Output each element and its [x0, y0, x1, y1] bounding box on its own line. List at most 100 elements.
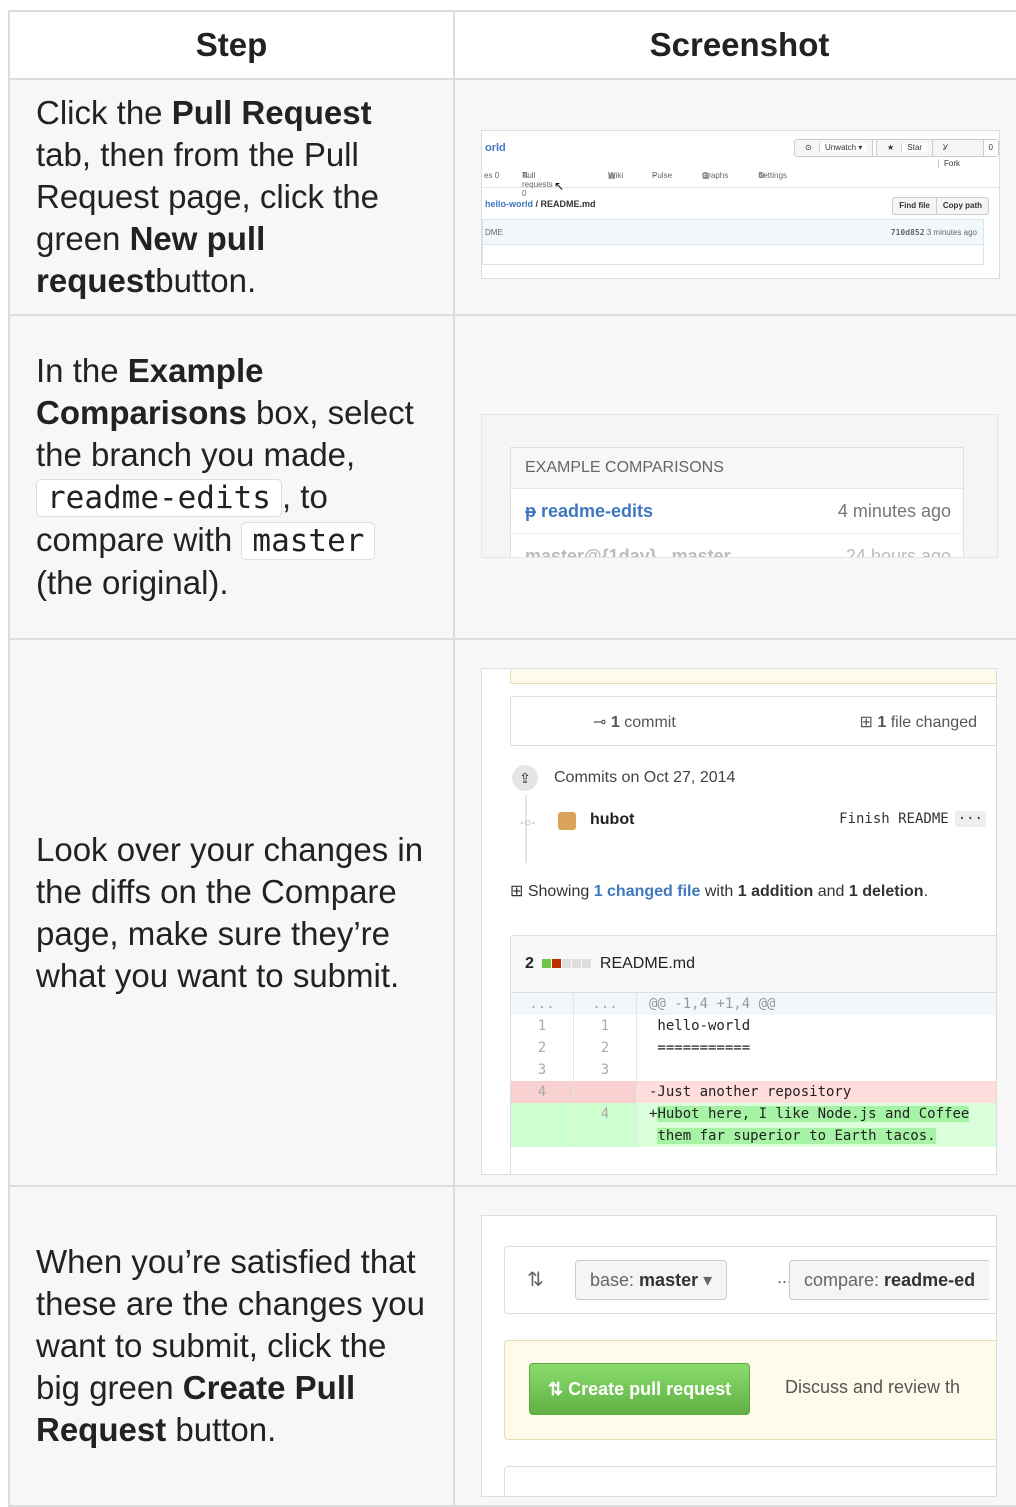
diff-line: 4 -Just another repository	[511, 1081, 996, 1103]
avatar	[558, 812, 576, 830]
step-text: (the original).	[36, 564, 229, 601]
file-diff-icon: ⊞	[510, 883, 524, 900]
compare-page-screenshot: ⊸ 1 commit ⊞ 1 file changed ⇪ Commits on…	[481, 668, 997, 1175]
diff-code: hello-world	[649, 1018, 751, 1034]
step-4-screenshot: ⇅ base: master ▾ ... compare: readme-ed …	[453, 1185, 1016, 1507]
step-header: Step	[8, 10, 455, 80]
diff-code: -Just another repository	[649, 1084, 852, 1100]
copy-path-button[interactable]: Copy path	[935, 198, 988, 214]
diff-line: them far superior to Earth tacos.	[511, 1125, 996, 1147]
file-box: DME 710d852 3 minutes ago	[482, 219, 984, 265]
diff-code: +Hubot here, I like Node.js and Coffee	[649, 1106, 970, 1122]
diff-code: @@ -1,4 +1,4 @@	[649, 996, 776, 1012]
steps-table: Step Screenshot Click the Pull Request t…	[8, 10, 1016, 1507]
diff-line: 22 ===========	[511, 1037, 996, 1059]
line-number[interactable]: ...	[574, 993, 637, 1015]
changed-files-link[interactable]: 1 changed file	[594, 883, 701, 900]
line-number[interactable]	[511, 1125, 574, 1147]
branch-icon: ᵽ	[525, 501, 536, 521]
line-number[interactable]: 1	[511, 1015, 574, 1037]
repo-tabs: es 0 ⇅ Pull requests 0 ▤ Wiki ⌁ Pulse ▥ …	[482, 171, 999, 198]
fork-button[interactable]: Ỿ Fork 0	[932, 139, 999, 168]
line-number[interactable]: 3	[511, 1059, 574, 1081]
commit-message[interactable]: Finish README	[839, 811, 949, 827]
repo-link[interactable]: hello-world	[485, 199, 533, 209]
create-pr-box: ⇅ Create pull request Discuss and review…	[504, 1340, 996, 1440]
line-number[interactable]: 2	[511, 1037, 574, 1059]
step-text: In the	[36, 352, 128, 389]
tab-issues[interactable]: es 0	[484, 171, 499, 180]
line-number[interactable]: ...	[511, 993, 574, 1015]
base-branch-select[interactable]: base: master ▾	[575, 1260, 728, 1300]
create-pull-request-button[interactable]: ⇅ Create pull request	[529, 1363, 751, 1415]
step-3-screenshot: ⊸ 1 commit ⊞ 1 file changed ⇪ Commits on…	[453, 638, 1016, 1187]
file-header: 2 README.md	[511, 936, 996, 993]
line-number[interactable]: 1	[574, 1015, 637, 1037]
expand-button[interactable]: ···	[954, 811, 986, 827]
step-1-text: Click the Pull Request tab, then from th…	[8, 78, 455, 316]
bold-term: Pull Request	[171, 94, 372, 131]
step-text: button.	[166, 1411, 277, 1448]
line-number[interactable]: 3	[574, 1059, 637, 1081]
caret-down-icon: ▾	[703, 1270, 713, 1290]
file-diff: 2 README.md ...... @@ -1,4 +1,4 @@ 1 1 hello…	[510, 935, 996, 1174]
diff-code: them far superior to Earth tacos.	[657, 1128, 936, 1144]
branch-code: master	[241, 522, 376, 560]
file-diff-icon: ⊞	[859, 714, 873, 731]
step-2-screenshot: EXAMPLE COMPARISONS ᵽ readme-edits 4 minu…	[453, 314, 1016, 640]
comparison-item[interactable]: master@{1day}...master 24 hours ago	[511, 534, 963, 557]
step-text: Look over your changes in the diffs on t…	[36, 830, 424, 994]
step-text: button.	[155, 262, 257, 299]
line-number[interactable]	[574, 1125, 637, 1147]
file-path-bar: hello-world / README.md Find file Copy pa…	[482, 191, 999, 217]
repo-name: orld	[485, 142, 506, 154]
comparisons-header: EXAMPLE COMPARISONS	[511, 448, 963, 489]
diffstat-bars	[541, 936, 592, 992]
branch-code: readme-edits	[36, 479, 282, 517]
commit-icon: ⊸	[593, 714, 607, 731]
line-number[interactable]	[511, 1103, 574, 1125]
screenshot-header: Screenshot	[453, 10, 1016, 80]
comparison-item[interactable]: ᵽ readme-edits 4 minutes ago	[511, 489, 963, 534]
find-file-button[interactable]: Find file	[893, 198, 936, 214]
file-name[interactable]: README.md	[600, 955, 695, 972]
repo-page-screenshot: orld ⊙ Unwatch ▾1 ★ Star0 Ỿ Fork0 es 0 ⇅…	[481, 130, 1000, 279]
line-number[interactable]: 4	[511, 1081, 574, 1103]
commits-tab[interactable]: ⊸ 1 commit	[593, 712, 676, 732]
step-4-text: When you’re satisfied that these are the…	[8, 1185, 455, 1507]
branch-selector-bar: ⇅ base: master ▾ ... compare: readme-ed	[504, 1246, 996, 1314]
commit-author[interactable]: hubot	[590, 811, 634, 829]
commit-list: ⇪ Commits on Oct 27, 2014 -○- hubot Fini…	[510, 765, 996, 865]
create-pr-screenshot: ⇅ base: master ▾ ... compare: readme-ed …	[481, 1215, 997, 1497]
repo-push-icon: ⇪	[512, 765, 538, 791]
pull-request-icon: ⇅	[548, 1379, 564, 1399]
eye-icon: ⊙	[805, 143, 812, 152]
diff-summary: ⊞ Showing 1 changed file with 1 addition…	[510, 883, 929, 900]
compare-icon: ⇅	[527, 1269, 544, 1291]
line-number[interactable]: 2	[574, 1037, 637, 1059]
line-number[interactable]	[574, 1081, 637, 1103]
path-buttons: Find file Copy path	[892, 197, 989, 215]
unwatch-button[interactable]: ⊙ Unwatch ▾1	[794, 139, 889, 157]
example-comparisons-box: EXAMPLE COMPARISONS ᵽ readme-edits 4 minu…	[510, 447, 964, 557]
diff-lines: ...... @@ -1,4 +1,4 @@ 1 1 hello-world 2 2 ==…	[511, 993, 996, 1147]
commits-date: Commits on Oct 27, 2014	[554, 769, 736, 786]
step-text: Click the	[36, 94, 172, 131]
step-2-text: In the Example Comparisons box, select t…	[8, 314, 455, 640]
compare-branch-select[interactable]: compare: readme-ed	[789, 1260, 990, 1300]
diff-line: 33	[511, 1059, 996, 1081]
line-number[interactable]: 4	[574, 1103, 637, 1125]
diff-line: 11 hello-world	[511, 1015, 996, 1037]
diff-code	[637, 1059, 649, 1081]
diff-code: ===========	[649, 1040, 751, 1056]
star-icon: ★	[887, 143, 895, 152]
diff-line: 4 +Hubot here, I like Node.js and Coffee	[511, 1103, 996, 1125]
step-1-screenshot: orld ⊙ Unwatch ▾1 ★ Star0 Ỿ Fork0 es 0 ⇅…	[453, 78, 1016, 316]
diff-line: ...... @@ -1,4 +1,4 @@	[511, 993, 996, 1015]
example-comparisons-screenshot: EXAMPLE COMPARISONS ᵽ readme-edits 4 minu…	[481, 414, 998, 558]
compare-summary: ⊸ 1 commit ⊞ 1 file changed	[510, 696, 996, 746]
fork-icon: Ỿ	[943, 143, 948, 152]
commit-hash[interactable]: 710d852	[891, 228, 925, 237]
files-changed-tab[interactable]: ⊞ 1 file changed	[860, 712, 978, 732]
discuss-text: Discuss and review th	[785, 1377, 961, 1397]
